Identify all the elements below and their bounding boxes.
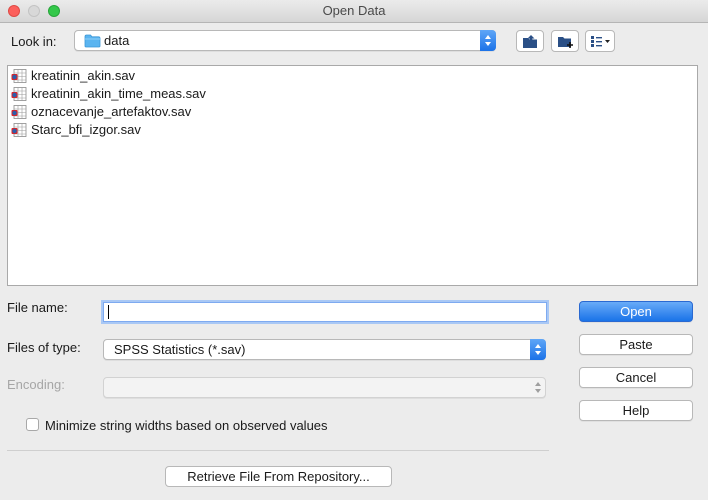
look-in-select[interactable]: data: [74, 30, 496, 51]
files-of-type-value: SPSS Statistics (*.sav): [114, 342, 246, 357]
look-in-value: data: [104, 33, 130, 48]
spss-file-icon: [11, 87, 27, 101]
file-item[interactable]: oznacevanje_artefaktov.sav: [11, 103, 191, 121]
file-name: kreatinin_akin.sav: [31, 68, 136, 83]
close-window-button[interactable]: [8, 5, 20, 17]
paste-button[interactable]: Paste: [579, 334, 693, 355]
spss-file-icon: [11, 69, 27, 83]
new-folder-button[interactable]: [551, 30, 579, 52]
minimize-window-button[interactable]: [28, 5, 40, 17]
files-of-type-select[interactable]: SPSS Statistics (*.sav): [103, 339, 546, 360]
file-name-input[interactable]: [103, 302, 547, 322]
minimize-strings-checkbox[interactable]: [26, 418, 39, 431]
files-of-type-dropdown-icon[interactable]: [530, 339, 546, 360]
encoding-select[interactable]: [103, 377, 546, 398]
list-view-icon: [591, 36, 610, 47]
title-bar: Open Data: [0, 0, 708, 23]
view-menu-button[interactable]: [585, 30, 615, 52]
file-name: Starc_bfi_izgor.sav: [31, 122, 141, 137]
open-button[interactable]: Open: [579, 301, 693, 322]
files-of-type-label: Files of type:: [7, 340, 81, 355]
file-list[interactable]: kreatinin_akin.sav kreatinin_akin_time_m…: [7, 65, 698, 286]
minimize-strings-label: Minimize string widths based on observed…: [45, 418, 328, 433]
new-folder-icon: [558, 37, 573, 48]
window-title: Open Data: [322, 3, 386, 18]
look-in-dropdown-icon[interactable]: [480, 30, 496, 51]
spss-file-icon: [11, 123, 27, 137]
file-item[interactable]: kreatinin_akin_time_meas.sav: [11, 85, 206, 103]
file-item[interactable]: kreatinin_akin.sav: [11, 67, 135, 85]
up-one-level-button[interactable]: [516, 30, 544, 52]
look-in-label: Look in:: [11, 34, 57, 49]
cancel-button[interactable]: Cancel: [579, 367, 693, 388]
spss-file-icon: [11, 105, 27, 119]
file-name: kreatinin_akin_time_meas.sav: [31, 86, 206, 101]
file-item[interactable]: Starc_bfi_izgor.sav: [11, 121, 141, 139]
encoding-label: Encoding:: [7, 377, 65, 392]
separator: [7, 450, 549, 451]
text-caret: [108, 305, 109, 319]
retrieve-from-repository-button[interactable]: Retrieve File From Repository...: [165, 466, 392, 487]
help-button[interactable]: Help: [579, 400, 693, 421]
folder-up-icon: [523, 35, 537, 48]
zoom-window-button[interactable]: [48, 5, 60, 17]
encoding-dropdown-icon: [530, 377, 546, 398]
file-name-label: File name:: [7, 300, 68, 315]
folder-icon: [84, 34, 101, 48]
file-name: oznacevanje_artefaktov.sav: [31, 104, 192, 119]
